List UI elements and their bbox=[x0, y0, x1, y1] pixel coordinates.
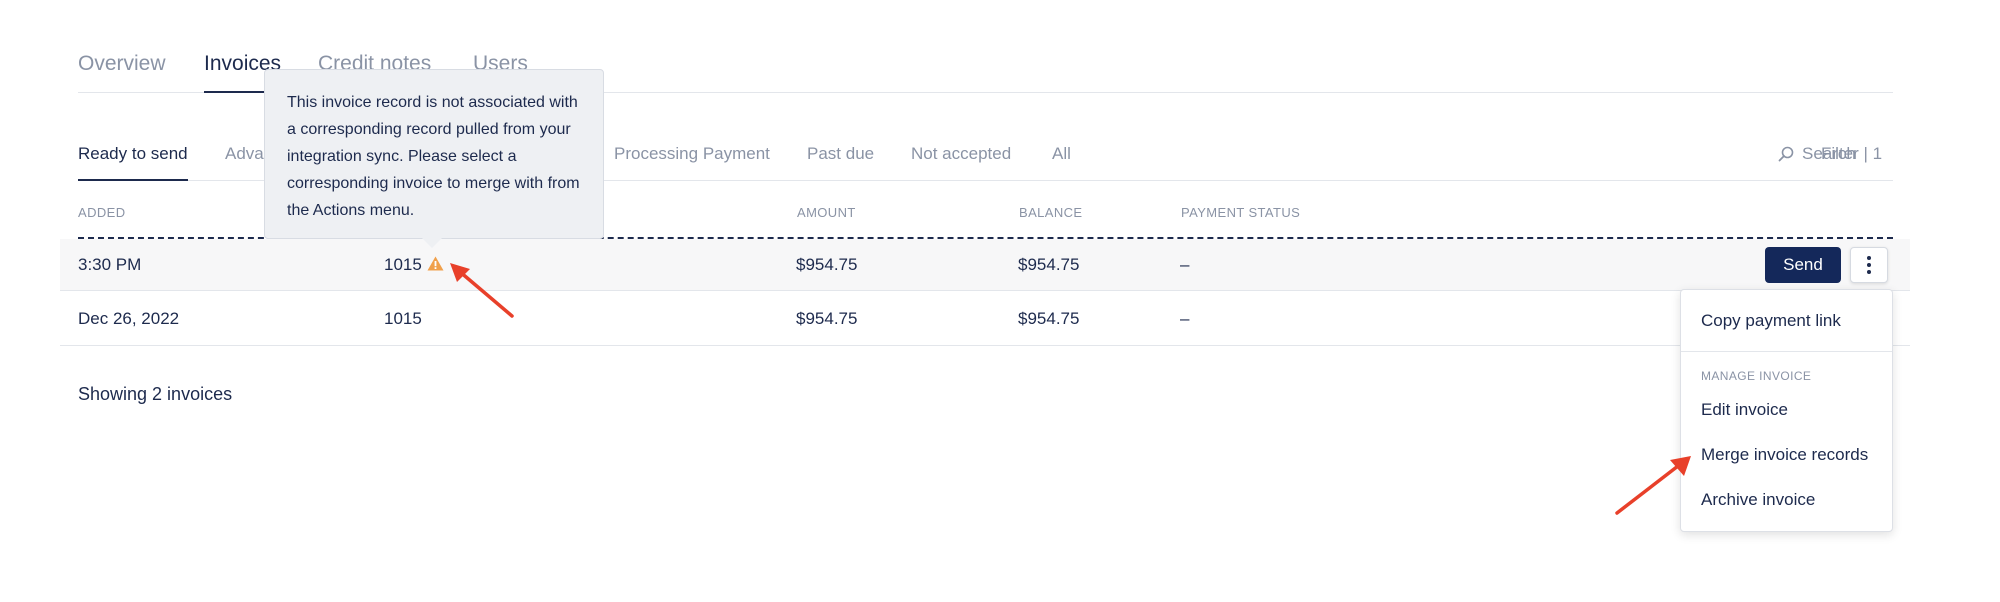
active-subtab-indicator bbox=[78, 179, 188, 181]
filter-button[interactable]: Filter | 1 bbox=[1821, 144, 1882, 164]
row-amount: $954.75 bbox=[796, 309, 858, 328]
row-added: 3:30 PM bbox=[78, 255, 142, 274]
actions-menu: Copy payment link MANAGE INVOICE Edit in… bbox=[1680, 289, 1893, 532]
row-balance: $954.75 bbox=[1018, 255, 1080, 274]
tab-not-accepted[interactable]: Not accepted bbox=[911, 144, 1011, 164]
row-invoice-number: 1015 bbox=[384, 255, 444, 275]
tab-ready-to-send[interactable]: Ready to send bbox=[78, 144, 188, 164]
menu-item-edit-invoice[interactable]: Edit invoice bbox=[1701, 400, 1788, 420]
actions-menu-button[interactable] bbox=[1850, 247, 1888, 283]
row-balance: $954.75 bbox=[1018, 309, 1080, 328]
annotation-arrow-merge bbox=[1615, 456, 1691, 515]
row-payment-status: – bbox=[1180, 255, 1190, 274]
menu-item-copy-payment-link[interactable]: Copy payment link bbox=[1701, 311, 1841, 331]
table-row[interactable]: 3:30 PM 1015 $954.75 $954.75 – Send bbox=[60, 239, 1910, 291]
invoice-number: 1015 bbox=[384, 255, 422, 274]
tab-overview[interactable]: Overview bbox=[78, 52, 166, 76]
row-added: Dec 26, 2022 bbox=[78, 309, 180, 328]
column-header-balance[interactable]: BALANCE bbox=[1019, 205, 1083, 220]
tab-all[interactable]: All bbox=[1052, 144, 1071, 164]
row-invoice-number: 1015 bbox=[384, 309, 422, 328]
column-header-amount[interactable]: AMOUNT bbox=[797, 205, 856, 220]
warning-icon[interactable] bbox=[427, 256, 444, 271]
menu-item-archive-invoice[interactable]: Archive invoice bbox=[1701, 490, 1815, 510]
annotation-arrow-warning bbox=[450, 263, 514, 318]
column-header-payment-status[interactable]: PAYMENT STATUS bbox=[1181, 205, 1300, 220]
search-icon bbox=[1778, 146, 1794, 162]
invoice-count: Showing 2 invoices bbox=[78, 384, 233, 404]
tab-past-due[interactable]: Past due bbox=[807, 144, 874, 164]
row-amount: $954.75 bbox=[796, 255, 858, 274]
row-payment-status: – bbox=[1180, 309, 1190, 328]
tab-processing-payment[interactable]: Processing Payment bbox=[614, 144, 770, 164]
column-header-added[interactable]: ADDED bbox=[78, 205, 126, 220]
menu-divider bbox=[1681, 351, 1892, 352]
send-button[interactable]: Send bbox=[1765, 247, 1841, 283]
tooltip-caret bbox=[420, 236, 444, 248]
kebab-icon bbox=[1867, 255, 1871, 276]
menu-section-label: MANAGE INVOICE bbox=[1701, 369, 1812, 383]
table-row[interactable]: Dec 26, 2022 1015 $954.75 $954.75 – bbox=[60, 292, 1910, 346]
menu-item-merge-invoice-records[interactable]: Merge invoice records bbox=[1701, 445, 1868, 465]
warning-tooltip: This invoice record is not associated wi… bbox=[264, 69, 604, 239]
